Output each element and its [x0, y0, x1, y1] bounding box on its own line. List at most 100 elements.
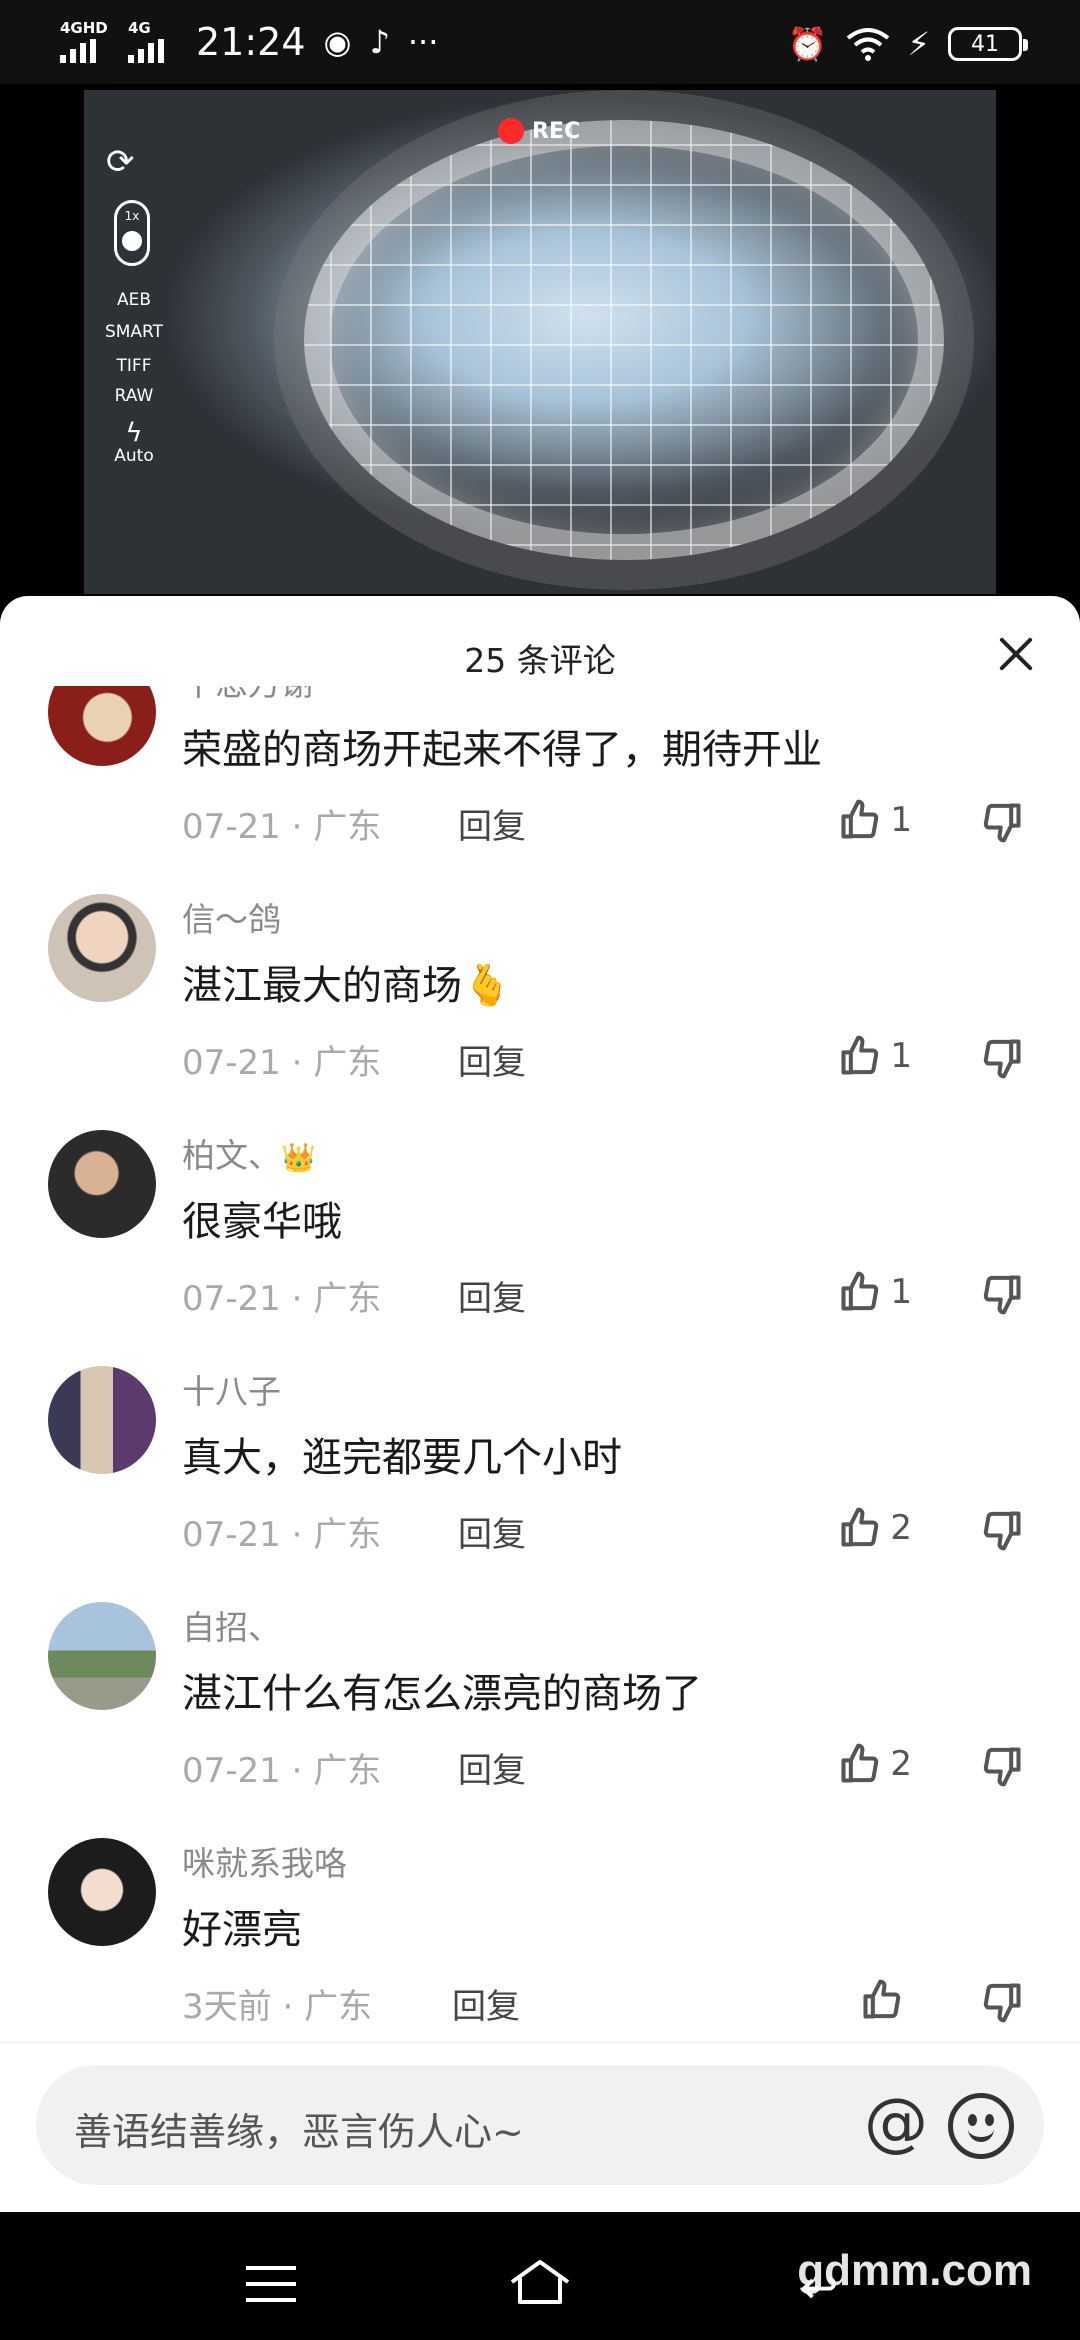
home-icon[interactable]: [508, 2258, 572, 2306]
like-button[interactable]: 1: [838, 1270, 912, 1314]
system-nav-bar: ↩ gdmm.com: [0, 2214, 1080, 2340]
camera-label-tiff: TIFF: [116, 356, 152, 376]
thumbs-up-icon: [841, 1507, 879, 1547]
comment-item: 柏文、👑 很豪华哦 07-21 · 广东 回复 1: [0, 1130, 1080, 1366]
comment-nickname[interactable]: 柏文、👑: [182, 1134, 316, 1180]
comment-text: 真大，逛完都要几个小时: [182, 1435, 622, 1481]
comment-meta: 07-21 · 广东: [182, 1279, 382, 1319]
comment-nickname[interactable]: 自招、: [182, 1606, 281, 1650]
charging-icon: ⚡: [907, 25, 930, 63]
comment-meta: 07-21 · 广东: [182, 807, 382, 847]
comment-list[interactable]: 千恩万谢 荣盛的商场开起来不得了，期待开业 07-21 · 广东 回复 1 信～…: [0, 686, 1080, 2046]
avatar[interactable]: [48, 1602, 156, 1710]
comment-item: 信～鸽 湛江最大的商场🫰 07-21 · 广东 回复 1: [0, 894, 1080, 1130]
like-button[interactable]: 2: [838, 1506, 912, 1550]
thumbs-up-icon: [841, 1271, 879, 1311]
avatar[interactable]: [48, 1130, 156, 1238]
camera-label-auto: Auto: [114, 446, 154, 466]
comment-item: 千恩万谢 荣盛的商场开起来不得了，期待开业 07-21 · 广东 回复 1: [0, 686, 1080, 894]
reply-button[interactable]: 回复: [458, 1040, 526, 1086]
battery-level: 41: [971, 31, 999, 57]
comment-text: 好漂亮: [182, 1907, 302, 1953]
weibo-icon: ◉: [323, 23, 352, 61]
thumbs-up-icon: [841, 1035, 879, 1075]
signal-icon-4g: 4G: [128, 21, 178, 63]
video-player[interactable]: ⟳ 1x AEB SMART TIFF RAW ϟ Auto REC: [84, 90, 996, 594]
thumbs-up-icon: [863, 1979, 901, 2019]
emoji-icon[interactable]: [948, 2093, 1014, 2159]
camera-overlay-panel: ⟳ 1x AEB SMART TIFF RAW ϟ Auto: [84, 90, 194, 594]
thumbs-down-icon[interactable]: [980, 800, 1024, 844]
like-count: 2: [890, 1744, 912, 1784]
comment-text: 荣盛的商场开起来不得了，期待开业: [182, 727, 822, 773]
status-bar: 4GHD 4G 21:24 ◉ ♪ ··· ⏰ ⚡ 41: [0, 0, 1080, 84]
status-left: 4GHD 4G 21:24 ◉ ♪ ···: [60, 18, 438, 66]
comment-meta: 07-21 · 广东: [182, 1515, 382, 1555]
comment-sheet: 25 条评论 千恩万谢 荣盛的商场开起来不得了，期待开业 07-21 · 广东 …: [0, 596, 1080, 2212]
more-notifications-icon: ···: [407, 23, 439, 61]
comment-item: 自招、 湛江什么有怎么漂亮的商场了 07-21 · 广东 回复 2: [0, 1602, 1080, 1838]
zoom-label: 1x: [124, 209, 140, 223]
thumbs-down-icon[interactable]: [980, 1744, 1024, 1788]
rec-indicator: REC: [498, 118, 580, 144]
crown-icon: 👑: [281, 1141, 316, 1174]
comment-text: 湛江什么有怎么漂亮的商场了: [182, 1671, 702, 1717]
comment-count-title: 25 条评论: [464, 641, 616, 680]
like-button[interactable]: 1: [838, 1034, 912, 1078]
like-count: 1: [890, 800, 912, 840]
camera-switch-icon: ⟳: [106, 142, 135, 182]
wifi-icon: [846, 28, 889, 61]
at-mention-icon[interactable]: @: [864, 2083, 928, 2163]
status-right: ⏰ ⚡ 41: [787, 20, 1028, 68]
network-label: 4GHD: [60, 19, 108, 37]
comment-meta: 07-21 · 广东: [182, 1751, 382, 1791]
rec-label: REC: [532, 118, 581, 144]
reply-button[interactable]: 回复: [458, 1276, 526, 1322]
comment-text: 湛江最大的商场🫰: [182, 963, 512, 1009]
like-count: 1: [890, 1036, 912, 1076]
zoom-indicator: 1x: [114, 200, 150, 266]
thumbs-up-icon: [841, 1743, 879, 1783]
record-dot-icon: [498, 118, 524, 144]
reply-button[interactable]: 回复: [452, 1984, 520, 2030]
reply-button[interactable]: 回复: [458, 1512, 526, 1558]
alarm-icon: ⏰: [787, 25, 828, 63]
reply-button[interactable]: 回复: [458, 804, 526, 850]
thumbs-down-icon[interactable]: [980, 1508, 1024, 1552]
avatar[interactable]: [48, 1838, 156, 1946]
flash-icon: ϟ: [125, 418, 143, 448]
comment-nickname[interactable]: 十八子: [182, 1370, 281, 1414]
finger-heart-emoji: 🫰: [462, 963, 512, 1009]
comment-item: 十八子 真大，逛完都要几个小时 07-21 · 广东 回复 2: [0, 1366, 1080, 1602]
avatar[interactable]: [48, 894, 156, 1002]
comment-meta: 07-21 · 广东: [182, 1043, 382, 1083]
video-frame-skylight: [304, 120, 944, 560]
like-count: 1: [890, 1272, 912, 1312]
reply-button[interactable]: 回复: [458, 1748, 526, 1794]
tiktok-icon: ♪: [369, 23, 390, 61]
camera-label-raw: RAW: [114, 386, 154, 406]
avatar[interactable]: [48, 686, 156, 766]
battery-icon: 41: [948, 27, 1028, 61]
like-button[interactable]: 2: [838, 1742, 912, 1786]
signal-icon-4ghd: 4GHD: [60, 21, 110, 63]
comment-meta: 3天前 · 广东: [182, 1987, 373, 2027]
comment-nickname[interactable]: 千恩万谢: [182, 686, 314, 706]
close-icon[interactable]: [992, 630, 1040, 678]
thumbs-down-icon[interactable]: [980, 1980, 1024, 2024]
like-button[interactable]: [860, 1978, 912, 2022]
menu-icon[interactable]: [246, 2266, 296, 2302]
thumbs-down-icon[interactable]: [980, 1272, 1024, 1316]
camera-label-smart: SMART: [104, 322, 164, 342]
camera-label-aeb: AEB: [116, 290, 152, 310]
comment-nickname[interactable]: 咪就系我咯: [182, 1842, 347, 1886]
like-button[interactable]: 1: [838, 798, 912, 842]
thumbs-down-icon[interactable]: [980, 1036, 1024, 1080]
comment-input[interactable]: 善语结善缘，恶言伤人心~ @: [36, 2065, 1044, 2185]
clock: 21:24: [196, 20, 306, 64]
avatar[interactable]: [48, 1366, 156, 1474]
comment-nickname[interactable]: 信～鸽: [182, 898, 281, 942]
comment-text: 很豪华哦: [182, 1199, 342, 1245]
thumbs-up-icon: [841, 799, 879, 839]
comment-item: 咪就系我咯 好漂亮 3天前 · 广东 回复: [0, 1838, 1080, 2046]
